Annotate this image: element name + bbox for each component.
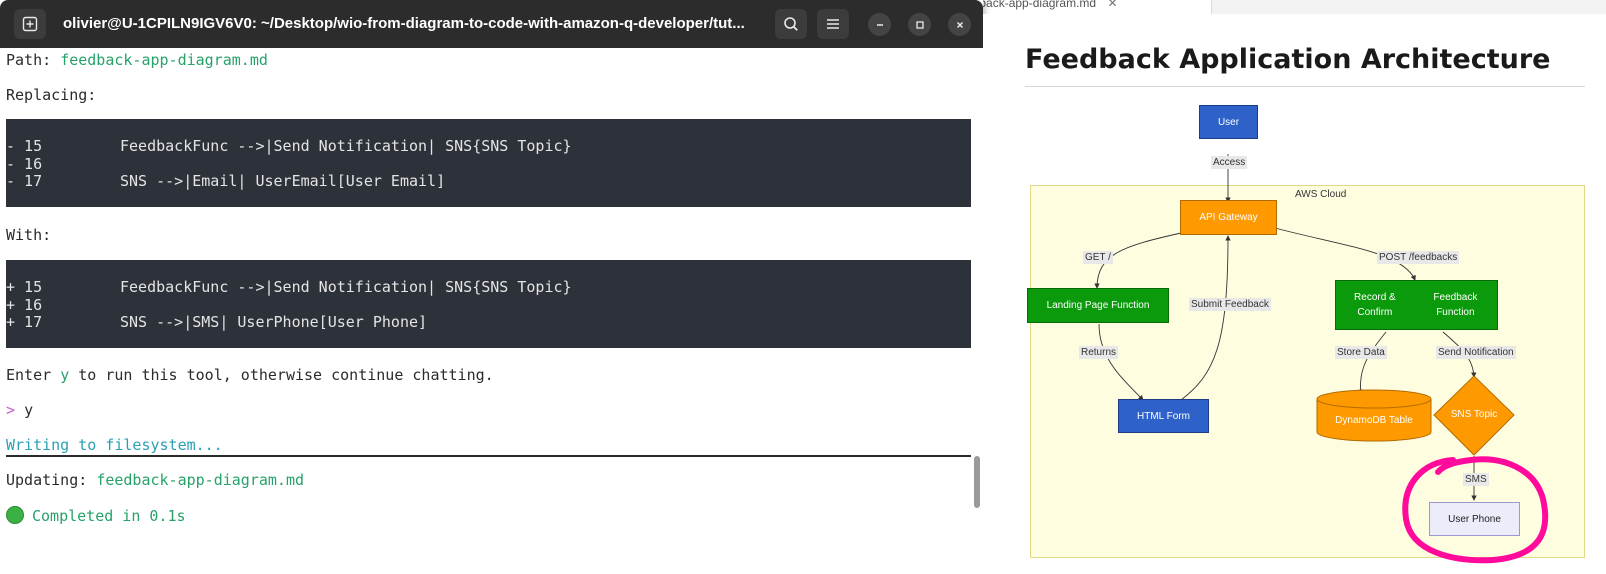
new-line: + 15 FeedbackFunc -->|Send Notification| …: [6, 278, 572, 296]
old-line: - 15 FeedbackFunc -->|Send Notification| …: [6, 137, 572, 155]
writing-status: Writing to filesystem...: [6, 436, 223, 454]
record-label-line1: Record & Confirm: [1354, 292, 1396, 318]
new-line-text: SNS -->|SMS| UserPhone[User Phone]: [120, 313, 428, 331]
hamburger-menu-icon[interactable]: [817, 9, 849, 39]
replacing-label: Replacing:: [6, 86, 97, 104]
tab-close-icon[interactable]: ✕: [1107, 0, 1117, 10]
old-line-number: - 15: [6, 137, 43, 155]
edge-label-sms: SMS: [1463, 473, 1489, 486]
old-line-text: FeedbackFunc -->|Send Notification| SNS{…: [120, 137, 572, 155]
node-sns-label: SNS Topic: [1450, 409, 1498, 420]
minimize-icon[interactable]: [868, 13, 891, 36]
enter-prefix: Enter: [6, 366, 61, 384]
edge-label-store: Store Data: [1335, 346, 1387, 359]
terminal-scrollbar[interactable]: [974, 456, 980, 508]
old-code-block: - 15 FeedbackFunc -->|Send Notification| …: [6, 119, 971, 207]
close-icon[interactable]: [948, 13, 971, 36]
prompt-input: y: [24, 401, 34, 419]
path-line: Path: feedback-app-diagram.md: [6, 51, 268, 69]
maximize-icon[interactable]: [908, 13, 931, 36]
edge-label-send: Send Notification: [1436, 346, 1516, 359]
old-line: - 16: [6, 155, 120, 173]
edge-label-access: Access: [1211, 156, 1248, 169]
prompt-symbol: >: [6, 401, 16, 419]
new-code-block: + 15 FeedbackFunc -->|Send Notification| …: [6, 260, 971, 348]
edge-label-submit: Submit Feedback: [1189, 298, 1271, 311]
node-user: User: [1199, 105, 1258, 139]
enter-suffix: to run this tool, otherwise continue cha…: [69, 366, 494, 384]
node-html-form: HTML Form: [1118, 399, 1209, 433]
new-line: + 17 SNS -->|SMS| UserPhone[User Phone]: [6, 313, 427, 331]
updating-value: feedback-app-diagram.md: [96, 471, 305, 489]
new-tab-icon[interactable]: [14, 9, 46, 39]
node-dynamodb-label: DynamoDB Table: [1335, 415, 1413, 426]
prompt-line: > y: [6, 401, 33, 419]
edge-label-returns: Returns: [1079, 346, 1119, 359]
path-label: Path:: [6, 51, 61, 69]
new-line-number: + 16: [6, 296, 43, 314]
green-circle-icon: [6, 506, 24, 524]
edge-label-post: POST /feedbacks: [1377, 251, 1460, 264]
node-api-gateway: API Gateway: [1180, 200, 1277, 235]
new-line-text: FeedbackFunc -->|Send Notification| SNS{…: [120, 278, 572, 296]
updating-line: Updating: feedback-app-diagram.md: [6, 471, 304, 489]
search-icon[interactable]: [775, 9, 807, 39]
completed-line: Completed in 0.1s: [6, 506, 186, 525]
edge-label-get: GET /: [1083, 251, 1113, 264]
terminal-title: olivier@U-1CPILN9IGV6V0: ~/Desktop/wio-f…: [63, 15, 745, 32]
old-line: - 17 SNS -->|Email| UserEmail[User Email]: [6, 172, 445, 190]
enter-instruction: Enter y to run this tool, otherwise cont…: [6, 366, 494, 384]
node-user-phone: User Phone: [1429, 502, 1520, 536]
new-line-number: + 17: [6, 313, 43, 331]
terminal-titlebar: olivier@U-1CPILN9IGV6V0: ~/Desktop/wio-f…: [0, 0, 983, 48]
new-line: + 16: [6, 296, 120, 314]
node-record-confirm-function: Record & Confirm Feedback Function: [1335, 280, 1498, 330]
terminal-window: olivier@U-1CPILN9IGV6V0: ~/Desktop/wio-f…: [0, 0, 983, 574]
old-line-number: - 17: [6, 172, 43, 190]
node-landing-page-function: Landing Page Function: [1027, 288, 1169, 323]
terminal-output[interactable]: Path: feedback-app-diagram.md Replacing:…: [0, 48, 983, 574]
with-label: With:: [6, 226, 52, 244]
output-divider: [6, 455, 971, 457]
new-line-number: + 15: [6, 278, 43, 296]
updating-label: Updating:: [6, 471, 97, 489]
record-label-line2: Feedback Function: [1433, 292, 1478, 318]
old-line-text: SNS -->|Email| UserEmail[User Email]: [120, 172, 446, 190]
completed-text: Completed in 0.1s: [32, 507, 186, 525]
enter-key: y: [60, 366, 70, 384]
old-line-number: - 16: [6, 155, 43, 173]
markdown-preview: Feedback Application Architecture AWS Cl…: [983, 14, 1606, 574]
path-value: feedback-app-diagram.md: [60, 51, 268, 69]
